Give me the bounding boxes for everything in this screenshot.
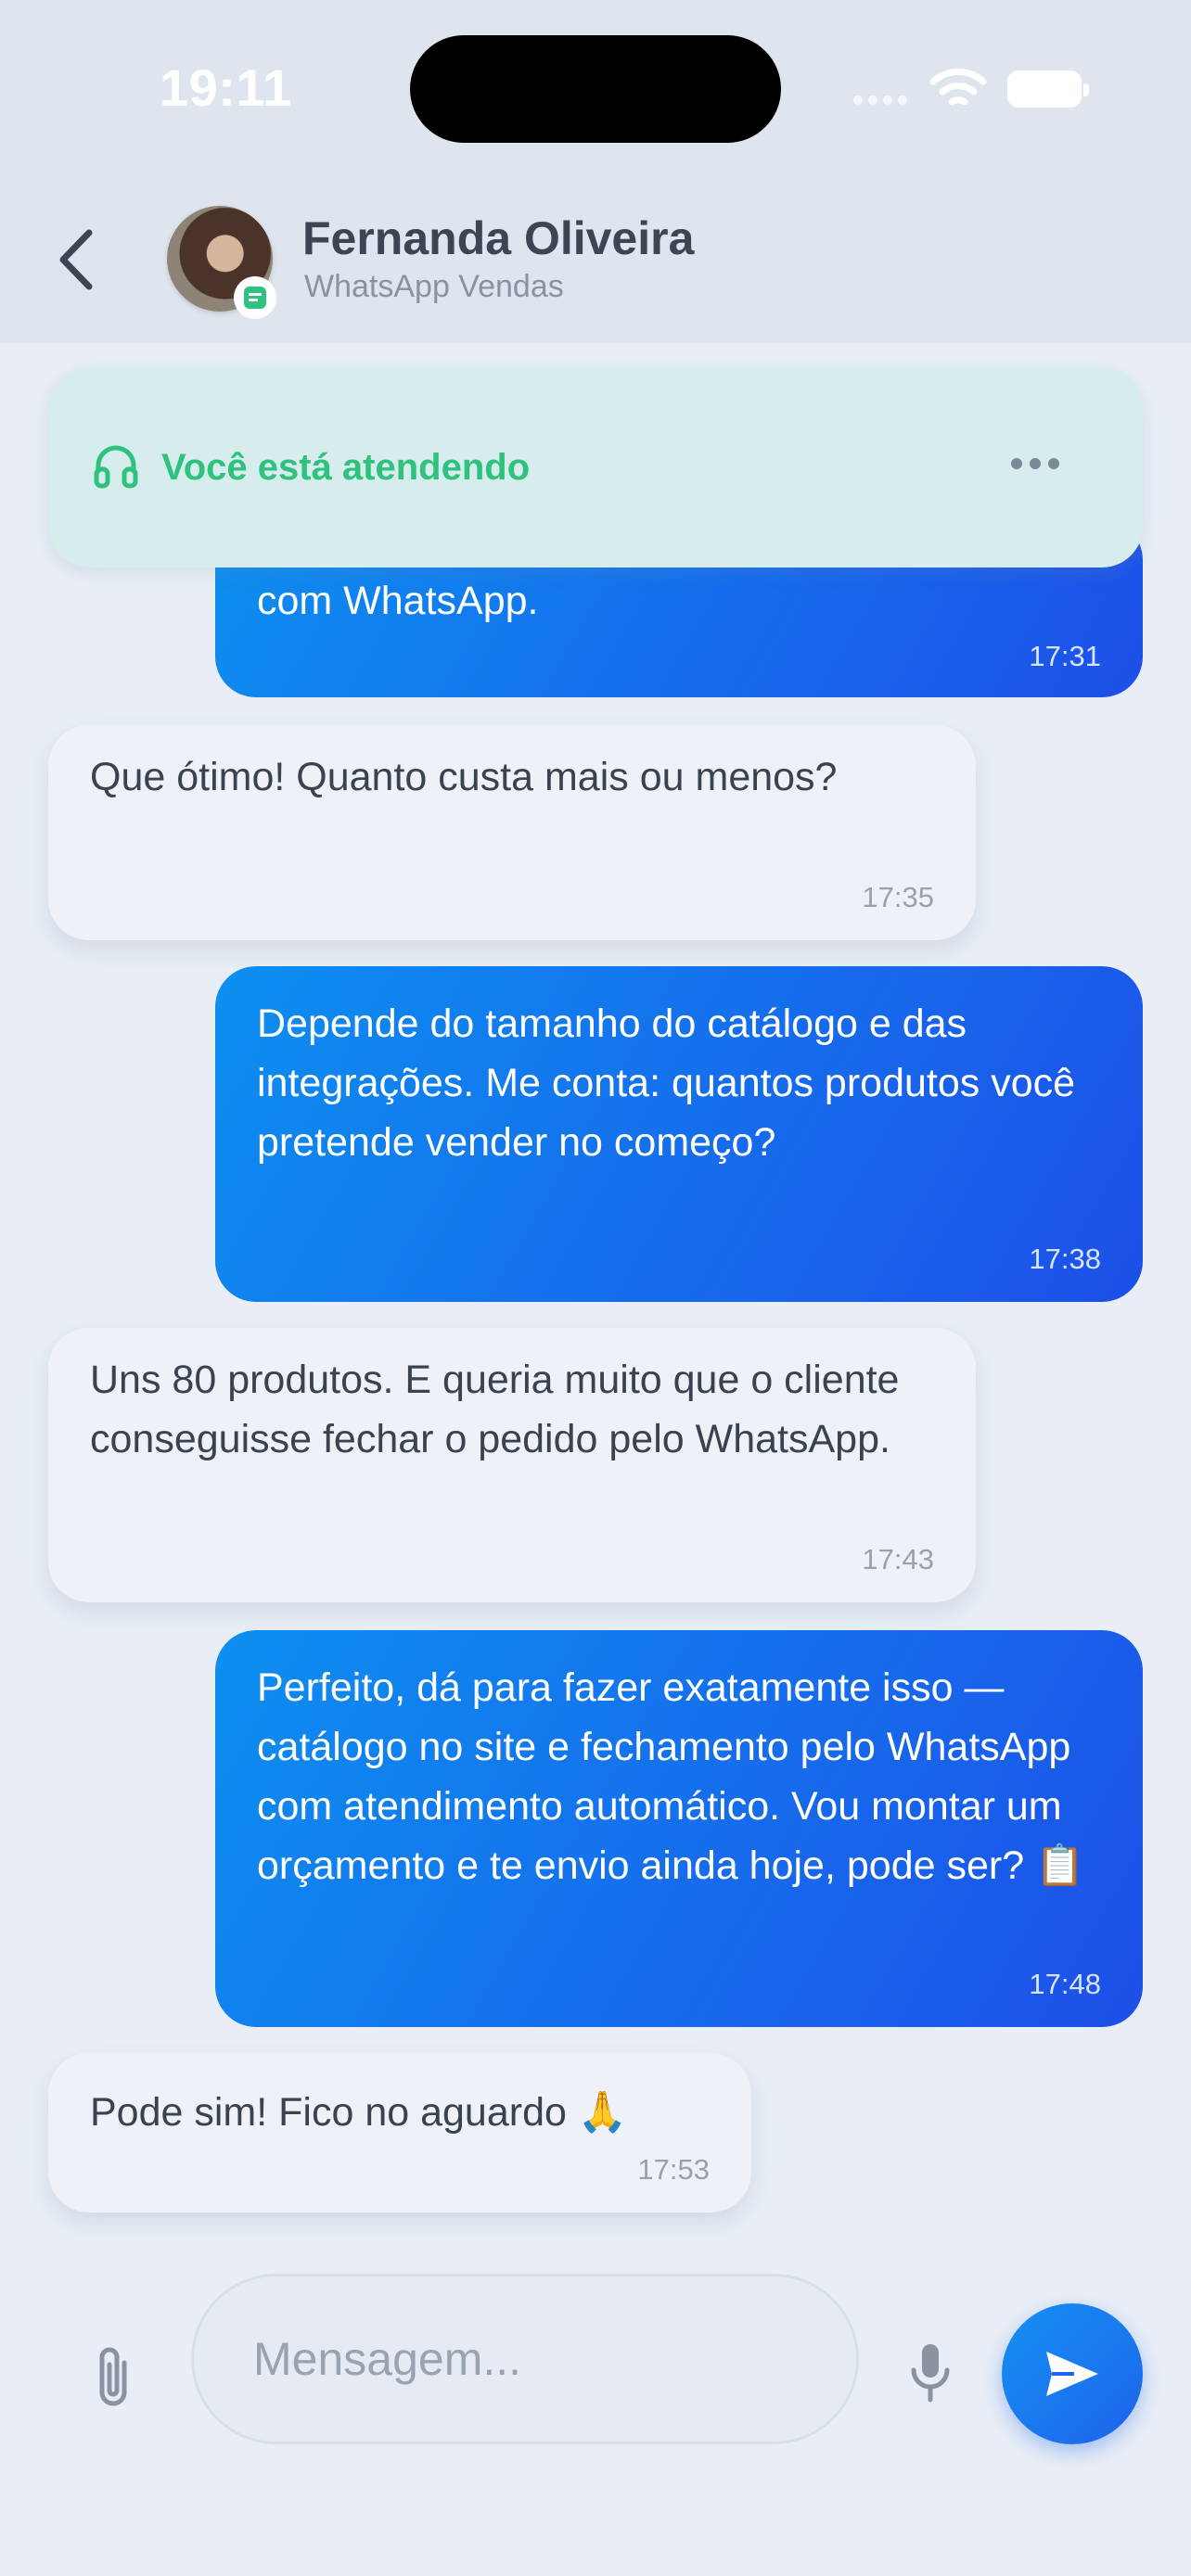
message-text: Depende do tamanho do catálogo e das int… bbox=[257, 1001, 1076, 1165]
status-bar-time: 19:11 bbox=[160, 58, 292, 117]
more-dots-icon[interactable] bbox=[1011, 458, 1059, 469]
headset-icon bbox=[94, 445, 138, 489]
microphone-button[interactable] bbox=[909, 2342, 952, 2408]
signal-icon bbox=[853, 93, 913, 109]
microphone-icon bbox=[911, 2344, 950, 2403]
chat-badge-icon bbox=[234, 276, 276, 319]
message-bubble-outgoing[interactable]: Depende do tamanho do catálogo e das int… bbox=[215, 966, 1143, 1302]
message-time: 17:35 bbox=[862, 881, 934, 913]
message-text: Que ótimo! Quanto custa mais ou menos? bbox=[90, 755, 838, 799]
message-bubble-incoming[interactable]: Que ótimo! Quanto custa mais ou menos? 1… bbox=[48, 725, 976, 940]
message-text: Perfeito, dá para fazer exatamente isso … bbox=[257, 1665, 1085, 1888]
chat-screen: com WhatsApp. 17:31 Que ótimo! Quanto cu… bbox=[0, 0, 1191, 2576]
chat-header: 19:11 Fernanda Oliveira WhatsApp Vendas bbox=[0, 0, 1191, 343]
message-text: Pode sim! Fico no aguardo 🙏 bbox=[90, 2090, 628, 2135]
message-time: 17:38 bbox=[1029, 1243, 1101, 1275]
paperclip-icon bbox=[99, 2347, 127, 2406]
back-button[interactable] bbox=[56, 223, 111, 297]
message-text: com WhatsApp. bbox=[257, 579, 539, 623]
message-input[interactable] bbox=[191, 2274, 859, 2444]
attending-label: Você está atendendo bbox=[161, 447, 531, 488]
battery-icon bbox=[1007, 70, 1089, 108]
message-text: Uns 80 produtos. E queria muito que o cl… bbox=[90, 1358, 900, 1461]
attach-button[interactable] bbox=[93, 2342, 134, 2416]
message-time: 17:31 bbox=[1029, 640, 1101, 672]
contact-name[interactable]: Fernanda Oliveira bbox=[302, 211, 694, 265]
send-button[interactable] bbox=[1002, 2303, 1143, 2444]
message-time: 17:43 bbox=[862, 1543, 934, 1575]
dynamic-island bbox=[410, 35, 781, 143]
contact-channel: WhatsApp Vendas bbox=[304, 269, 564, 304]
message-bubble-incoming[interactable]: Uns 80 produtos. E queria muito que o cl… bbox=[48, 1328, 976, 1602]
message-bubble-outgoing[interactable]: Perfeito, dá para fazer exatamente isso … bbox=[215, 1630, 1143, 2027]
wifi-icon bbox=[929, 67, 987, 116]
message-time: 17:53 bbox=[637, 2153, 710, 2186]
message-bubble-incoming[interactable]: Pode sim! Fico no aguardo 🙏 17:53 bbox=[48, 2053, 751, 2213]
back-chevron-icon bbox=[59, 229, 93, 290]
send-icon bbox=[1046, 2352, 1098, 2396]
attending-banner: Você está atendendo bbox=[48, 367, 1143, 567]
message-time: 17:48 bbox=[1029, 1968, 1101, 2000]
